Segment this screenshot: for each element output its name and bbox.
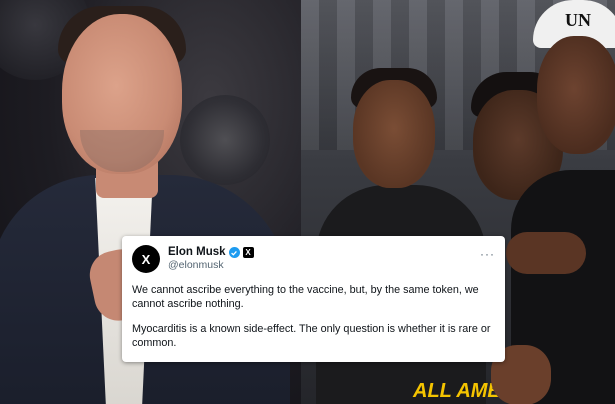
tweet-paragraph: We cannot ascribe everything to the vacc… — [132, 284, 479, 310]
tweet-text: We cannot ascribe everything to the vacc… — [132, 283, 495, 350]
more-options-icon[interactable]: ··· — [480, 243, 495, 261]
cap-logo-text: UN — [565, 10, 591, 30]
tweet-paragraph: Myocarditis is a known side-effect. The … — [132, 323, 491, 349]
man-head — [537, 36, 615, 154]
background-emblem — [180, 95, 270, 185]
user-handle[interactable]: @elonmusk — [168, 259, 254, 272]
verified-check-icon — [228, 247, 240, 258]
tweet-header: X Elon Musk X @elonmusk ··· — [132, 243, 495, 275]
author-block: Elon Musk X @elonmusk — [168, 246, 254, 272]
name-row: Elon Musk X — [168, 246, 254, 259]
composite-image: ALL AMERIC UN X Elon Musk X @elonmusk ··… — [0, 0, 615, 404]
player-head — [353, 80, 435, 188]
display-name[interactable]: Elon Musk — [168, 246, 226, 259]
hand — [506, 232, 586, 274]
x-affiliation-badge-icon: X — [242, 247, 254, 258]
x-logo-avatar[interactable]: X — [132, 245, 160, 273]
tweet-card: X Elon Musk X @elonmusk ··· We cannot as… — [122, 236, 505, 362]
